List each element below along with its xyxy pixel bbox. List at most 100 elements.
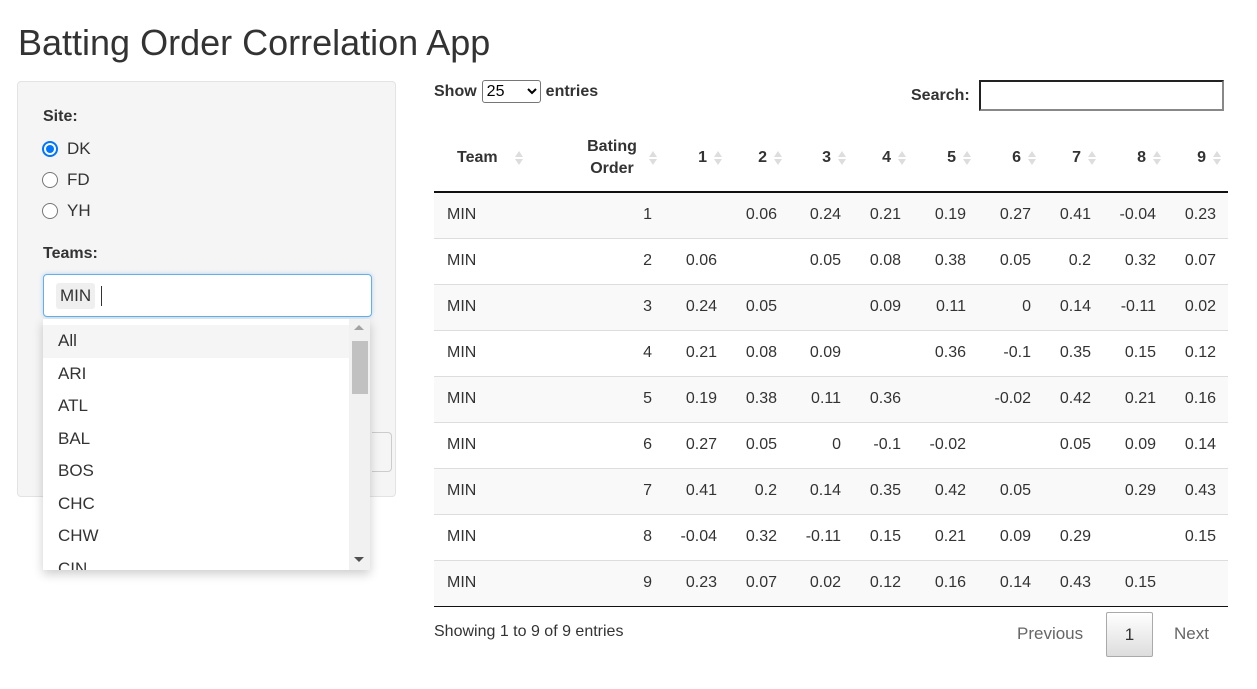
sort-icon[interactable]	[774, 149, 782, 167]
dropdown-option[interactable]: CIN	[43, 553, 349, 571]
sort-icon[interactable]	[714, 149, 722, 167]
table-cell: 0.2	[729, 467, 789, 514]
page-1-button[interactable]: 1	[1106, 612, 1153, 657]
table-cell: MIN	[434, 559, 530, 607]
table-cell: 0.29	[1043, 513, 1103, 560]
table-cell	[664, 192, 729, 238]
table-cell: 0.2	[1043, 237, 1103, 284]
table-cell: 0.43	[1043, 559, 1103, 607]
sort-icon[interactable]	[649, 149, 657, 167]
entries-select[interactable]: 25	[481, 80, 541, 103]
table-cell	[1043, 467, 1103, 514]
column-header[interactable]: 5	[913, 125, 978, 193]
radio-circle[interactable]	[42, 172, 58, 188]
table-cell: 0.15	[1168, 513, 1228, 560]
table-cell: 0.19	[913, 192, 978, 238]
sort-icon[interactable]	[898, 149, 906, 167]
column-header[interactable]: Team	[434, 125, 530, 193]
column-header[interactable]: 7	[1043, 125, 1103, 193]
site-radio-yh[interactable]: YH	[42, 201, 91, 221]
column-header[interactable]: 4	[853, 125, 913, 193]
table-cell: 0.15	[1103, 559, 1168, 607]
table-info: Showing 1 to 9 of 9 entries	[434, 623, 624, 640]
site-radio-fd[interactable]: FD	[42, 170, 90, 190]
table-cell: 0.35	[1043, 329, 1103, 376]
table-cell	[913, 375, 978, 422]
sort-icon[interactable]	[838, 149, 846, 167]
table-cell: -0.1	[853, 421, 913, 468]
table-cell: 0.16	[1168, 375, 1228, 422]
table-cell	[789, 283, 853, 330]
table-row: MIN 9 0.23 0.07 0.02 0.12 0.16 0.14 0.43 0.15	[434, 559, 1228, 607]
table-row: MIN 2 0.06 0.05 0.08 0.38 0.05 0.2 0.32 0.07	[434, 237, 1228, 284]
column-header[interactable]: 8	[1103, 125, 1168, 193]
table-row: MIN 6 0.27 0.05 0 -0.1 -0.02 0.05 0.09 0.14	[434, 421, 1228, 468]
table-row: MIN 7 0.41 0.2 0.14 0.35 0.42 0.05 0.29 0.43	[434, 467, 1228, 514]
team-chip[interactable]: MIN	[56, 282, 96, 309]
column-header[interactable]: 6	[978, 125, 1043, 193]
search-control: Search:	[911, 80, 1224, 111]
table-cell: 7	[530, 467, 664, 514]
dropdown-option[interactable]: CHW	[43, 520, 349, 553]
site-radio-dk[interactable]: DK	[42, 139, 91, 159]
dropdown-scrollbar[interactable]	[349, 319, 370, 570]
column-header[interactable]: 1	[664, 125, 729, 193]
table-cell: 0.12	[853, 559, 913, 607]
table-cell: 0.06	[729, 192, 789, 238]
column-header[interactable]: Bating Order	[530, 125, 664, 193]
table-cell: 0.08	[729, 329, 789, 376]
column-header[interactable]: 3	[789, 125, 853, 193]
table-cell: 0.41	[664, 467, 729, 514]
table-cell: 0.23	[664, 559, 729, 607]
search-input[interactable]	[978, 80, 1224, 111]
table-cell: 0	[978, 283, 1043, 330]
table-cell: MIN	[434, 283, 530, 330]
table-cell: 0.05	[729, 283, 789, 330]
table-row: MIN 8 -0.04 0.32 -0.11 0.15 0.21 0.09 0.29 0.15	[434, 513, 1228, 560]
previous-button[interactable]: Previous	[1017, 612, 1083, 657]
table-cell: 0.16	[913, 559, 978, 607]
table-cell: 2	[530, 237, 664, 284]
column-header-label: 6	[1012, 149, 1021, 166]
table-cell: 6	[530, 421, 664, 468]
sort-icon[interactable]	[1088, 149, 1096, 167]
table-cell: 4	[530, 329, 664, 376]
text-cursor	[101, 285, 103, 306]
scrollbar-thumb[interactable]	[352, 341, 368, 394]
dropdown-option[interactable]: BOS	[43, 455, 349, 488]
teams-select-input[interactable]: MIN	[43, 274, 372, 317]
column-header[interactable]: 2	[729, 125, 789, 193]
sort-icon[interactable]	[1028, 149, 1036, 167]
dropdown-option[interactable]: ARI	[43, 358, 349, 391]
scroll-up-icon[interactable]	[354, 325, 364, 330]
scroll-down-icon[interactable]	[354, 557, 364, 562]
column-header-label: 9	[1197, 149, 1206, 166]
table-cell: 0.08	[853, 237, 913, 284]
next-button[interactable]: Next	[1174, 612, 1209, 657]
table-cell	[853, 329, 913, 376]
table-cell: 9	[530, 559, 664, 607]
table-cell: 0.21	[913, 513, 978, 560]
column-header-label: 5	[947, 149, 956, 166]
table-row: MIN 3 0.24 0.05 0.09 0.11 0 0.14 -0.11 0.02	[434, 283, 1228, 330]
table-cell: 0	[789, 421, 853, 468]
sort-icon[interactable]	[1213, 149, 1221, 167]
column-header-label: 4	[882, 149, 891, 166]
length-control: Show 25 entries	[434, 80, 598, 103]
sort-icon[interactable]	[1153, 149, 1161, 167]
show-label: Show	[434, 82, 477, 100]
radio-circle[interactable]	[42, 141, 58, 157]
dropdown-option[interactable]: BAL	[43, 423, 349, 456]
entries-label: entries	[545, 82, 599, 100]
radio-label: DK	[67, 139, 91, 158]
radio-circle[interactable]	[42, 203, 58, 219]
sort-icon[interactable]	[963, 149, 971, 167]
dropdown-option[interactable]: ATL	[43, 390, 349, 423]
sort-icon[interactable]	[515, 149, 523, 167]
table-row: MIN 5 0.19 0.38 0.11 0.36 -0.02 0.42 0.21 0.16	[434, 375, 1228, 422]
table-cell: 0.09	[978, 513, 1043, 560]
dropdown-option[interactable]: CHC	[43, 488, 349, 521]
column-header[interactable]: 9	[1168, 125, 1228, 193]
dropdown-option[interactable]: All	[43, 325, 349, 358]
column-header-label: 2	[758, 149, 767, 166]
